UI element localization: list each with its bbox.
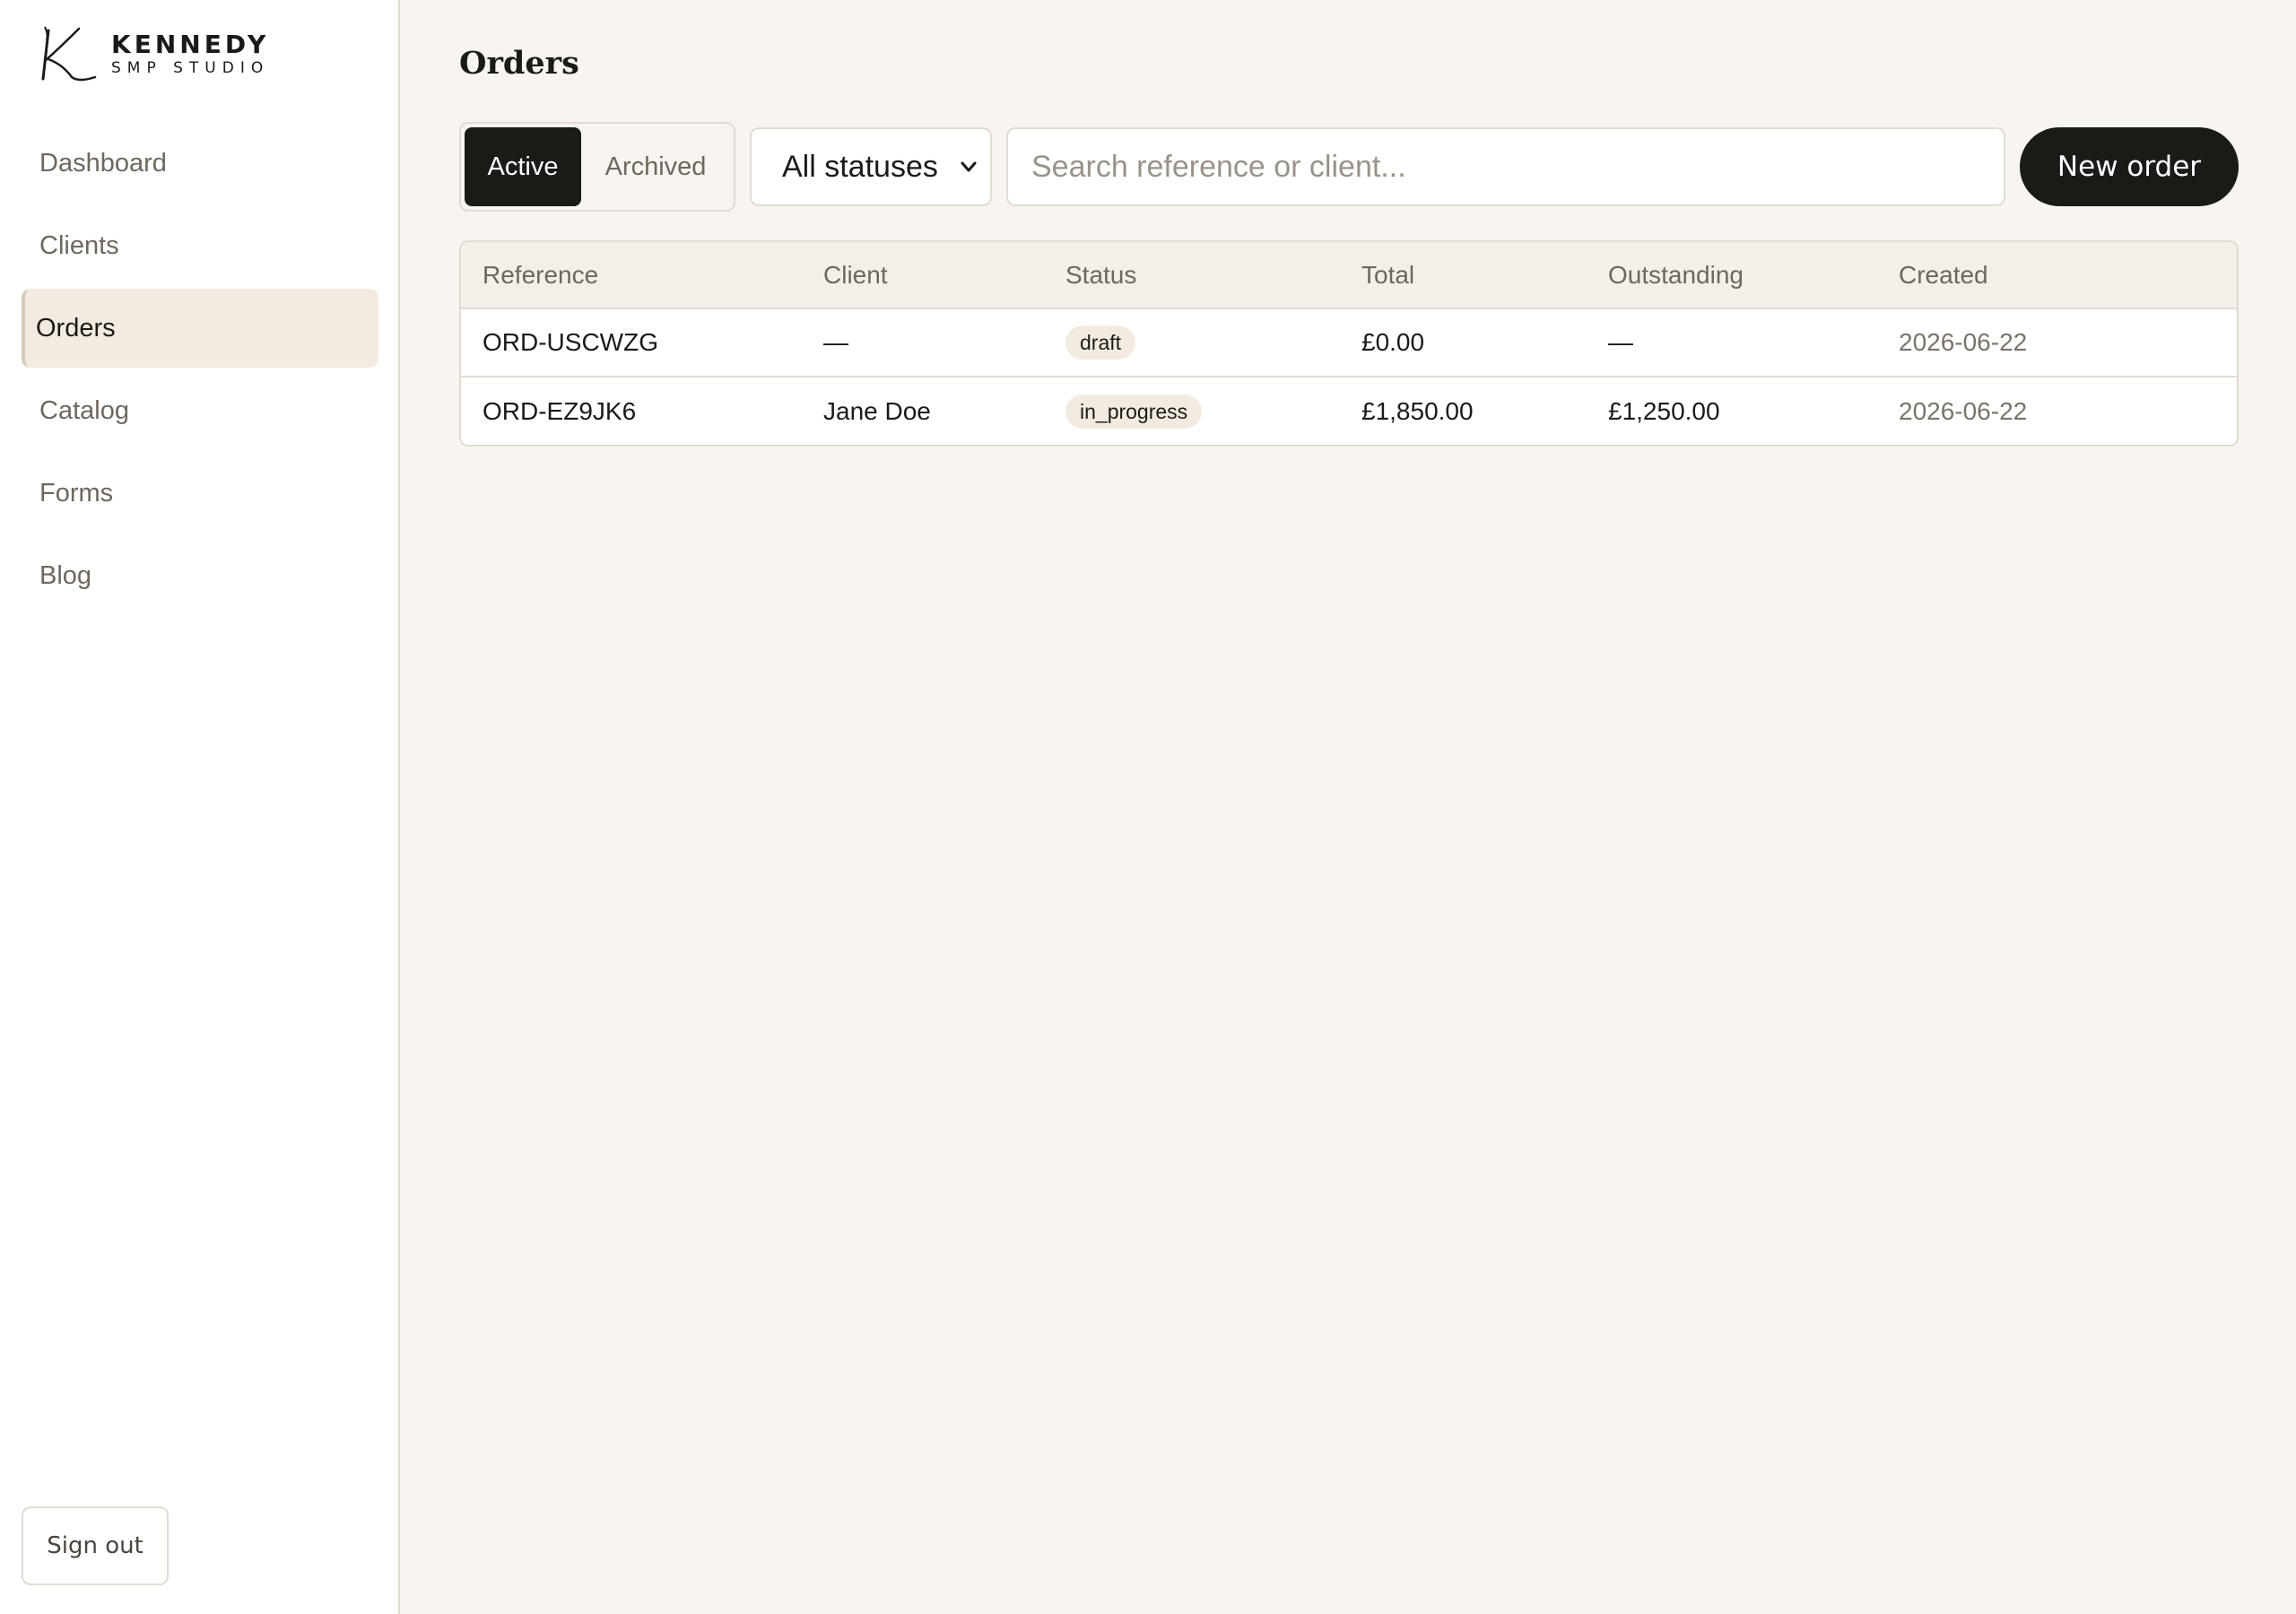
order-view-toggle: Active Archived bbox=[459, 122, 735, 212]
main-content: Orders Active Archived All statuses New … bbox=[400, 0, 2296, 1614]
brand-text: KENNEDY SMP STUDIO bbox=[111, 31, 269, 78]
column-header-reference[interactable]: Reference bbox=[461, 242, 802, 309]
column-header-client[interactable]: Client bbox=[802, 242, 1044, 309]
cell-client: — bbox=[802, 308, 1044, 377]
cell-status: in_progress bbox=[1044, 377, 1340, 445]
cell-status: draft bbox=[1044, 308, 1340, 377]
k-monogram-icon bbox=[41, 26, 97, 82]
sidebar-nav: Dashboard Clients Orders Catalog Forms B… bbox=[22, 124, 378, 619]
cell-total: £1,850.00 bbox=[1361, 396, 1474, 425]
cell-total: £0.00 bbox=[1340, 308, 1587, 377]
sidebar-item-catalog[interactable]: Catalog bbox=[22, 371, 378, 450]
sidebar-item-dashboard[interactable]: Dashboard bbox=[22, 124, 378, 203]
sign-out-button[interactable]: Sign out bbox=[22, 1506, 169, 1585]
status-filter-select[interactable]: All statuses bbox=[750, 127, 992, 206]
cell-client: Jane Doe bbox=[823, 396, 931, 425]
status-filter-value: All statuses bbox=[782, 150, 938, 184]
column-header-total[interactable]: Total bbox=[1340, 242, 1587, 309]
brand-logo[interactable]: KENNEDY SMP STUDIO bbox=[36, 25, 269, 84]
table-row[interactable]: ORD-USCWZG — draft £0.00 — 2026-06-22 bbox=[461, 308, 2237, 377]
column-header-created[interactable]: Created bbox=[1877, 242, 2237, 309]
cell-created: 2026-06-22 bbox=[1877, 308, 2237, 377]
cell-reference: ORD-USCWZG bbox=[461, 308, 802, 377]
page-title: Orders bbox=[459, 45, 579, 82]
column-header-status[interactable]: Status bbox=[1044, 242, 1340, 309]
status-badge: draft bbox=[1065, 325, 1136, 360]
sidebar-item-clients[interactable]: Clients bbox=[22, 206, 378, 285]
column-header-outstanding[interactable]: Outstanding bbox=[1587, 242, 1877, 309]
sidebar-item-blog[interactable]: Blog bbox=[22, 536, 378, 615]
table-header-row: Reference Client Status Total Outstandin… bbox=[461, 242, 2237, 309]
chevron-down-icon bbox=[961, 161, 977, 172]
cell-outstanding: — bbox=[1587, 308, 1877, 377]
sidebar-item-forms[interactable]: Forms bbox=[22, 454, 378, 533]
table-row[interactable]: ORD-EZ9JK6 Jane Doe in_progress £1,850.0… bbox=[461, 377, 2237, 445]
status-badge: in_progress bbox=[1065, 394, 1203, 429]
brand-tagline: SMP STUDIO bbox=[111, 59, 270, 77]
cell-outstanding: £1,250.00 bbox=[1608, 396, 1720, 425]
tab-active[interactable]: Active bbox=[465, 127, 581, 206]
orders-table: Reference Client Status Total Outstandin… bbox=[459, 240, 2239, 447]
tab-archived[interactable]: Archived bbox=[581, 127, 730, 206]
cell-reference: ORD-EZ9JK6 bbox=[483, 396, 637, 425]
cell-created: 2026-06-22 bbox=[1899, 396, 2028, 425]
sidebar-item-orders[interactable]: Orders bbox=[22, 289, 378, 368]
new-order-button[interactable]: New order bbox=[2020, 127, 2239, 206]
search-input[interactable] bbox=[1006, 127, 2005, 206]
brand-name: KENNEDY bbox=[111, 30, 270, 59]
sidebar: KENNEDY SMP STUDIO Dashboard Clients Ord… bbox=[0, 0, 400, 1614]
